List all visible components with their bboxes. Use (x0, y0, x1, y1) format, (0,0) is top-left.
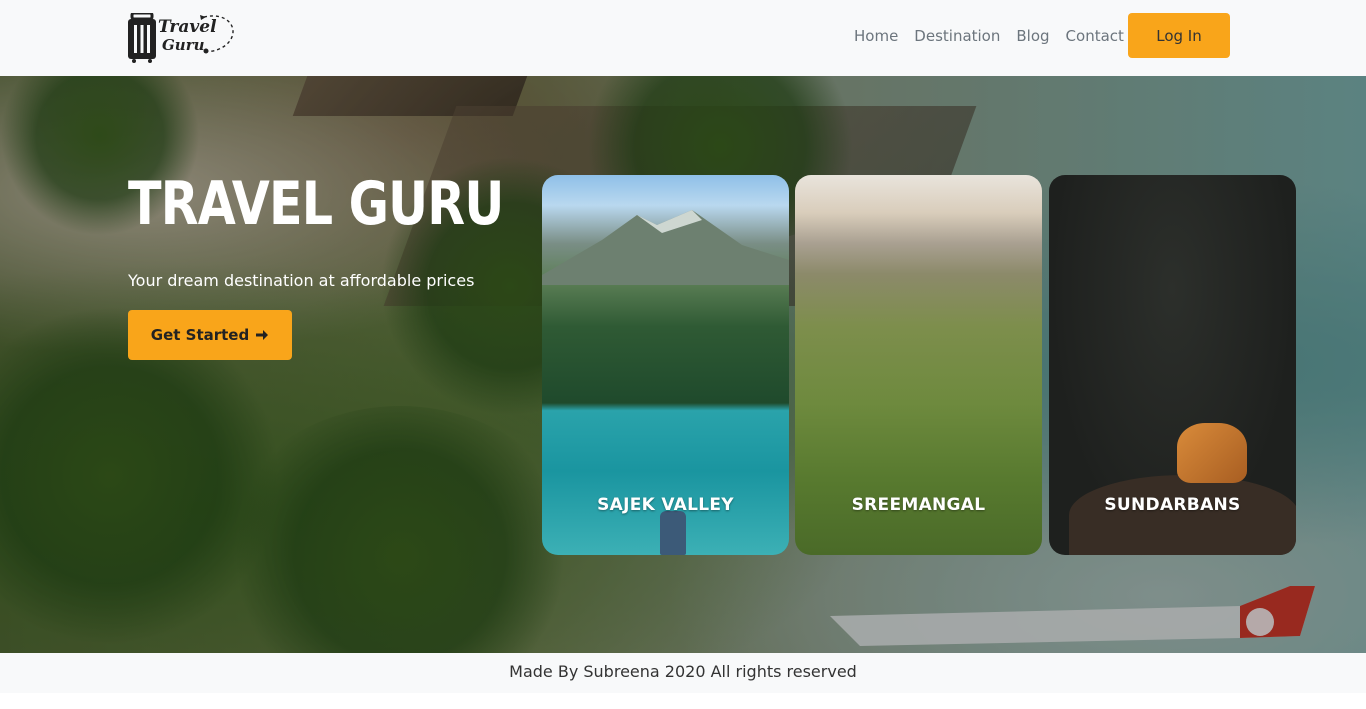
nav-link-blog[interactable]: Blog (1016, 26, 1049, 46)
get-started-button[interactable]: Get Started (128, 310, 292, 360)
tiger-illustration (1177, 423, 1247, 483)
suitcase-icon (128, 13, 156, 63)
nav-link-contact[interactable]: Contact (1066, 26, 1124, 46)
footer-text: Made By Subreena 2020 All rights reserve… (509, 662, 857, 681)
destination-name: SREEMANGAL (851, 495, 986, 515)
nav-link-home[interactable]: Home (854, 26, 898, 46)
flight-path-icon (200, 15, 234, 54)
footer: Made By Subreena 2020 All rights reserve… (0, 653, 1366, 693)
destination-card-sreemangal[interactable]: SREEMANGAL (795, 175, 1042, 555)
login-button[interactable]: Log In (1128, 13, 1230, 58)
mountain-illustration (542, 210, 789, 285)
destination-name: SUNDARBANS (1104, 495, 1241, 515)
navbar: Travel Guru Home Destination Blog Contac… (0, 0, 1366, 76)
hero-section: TRAVEL GURU Your dream destination at af… (0, 76, 1366, 653)
hero-subtitle: Your dream destination at affordable pri… (128, 271, 475, 290)
hero-title: TRAVEL GURU (128, 169, 504, 239)
rock-illustration (1069, 475, 1296, 555)
destination-card-sundarbans[interactable]: SUNDARBANS (1049, 175, 1296, 555)
destination-card-sajek-valley[interactable]: SAJEK VALLEY (542, 175, 789, 555)
hiker-illustration (660, 511, 686, 555)
travel-guru-logo[interactable]: Travel Guru (126, 11, 238, 65)
arrow-right-icon (256, 330, 269, 340)
nav-link-destination[interactable]: Destination (914, 26, 1000, 46)
destination-name: SAJEK VALLEY (597, 495, 734, 515)
nav-links: Home Destination Blog Contact (854, 26, 1140, 46)
get-started-label: Get Started (150, 326, 250, 344)
